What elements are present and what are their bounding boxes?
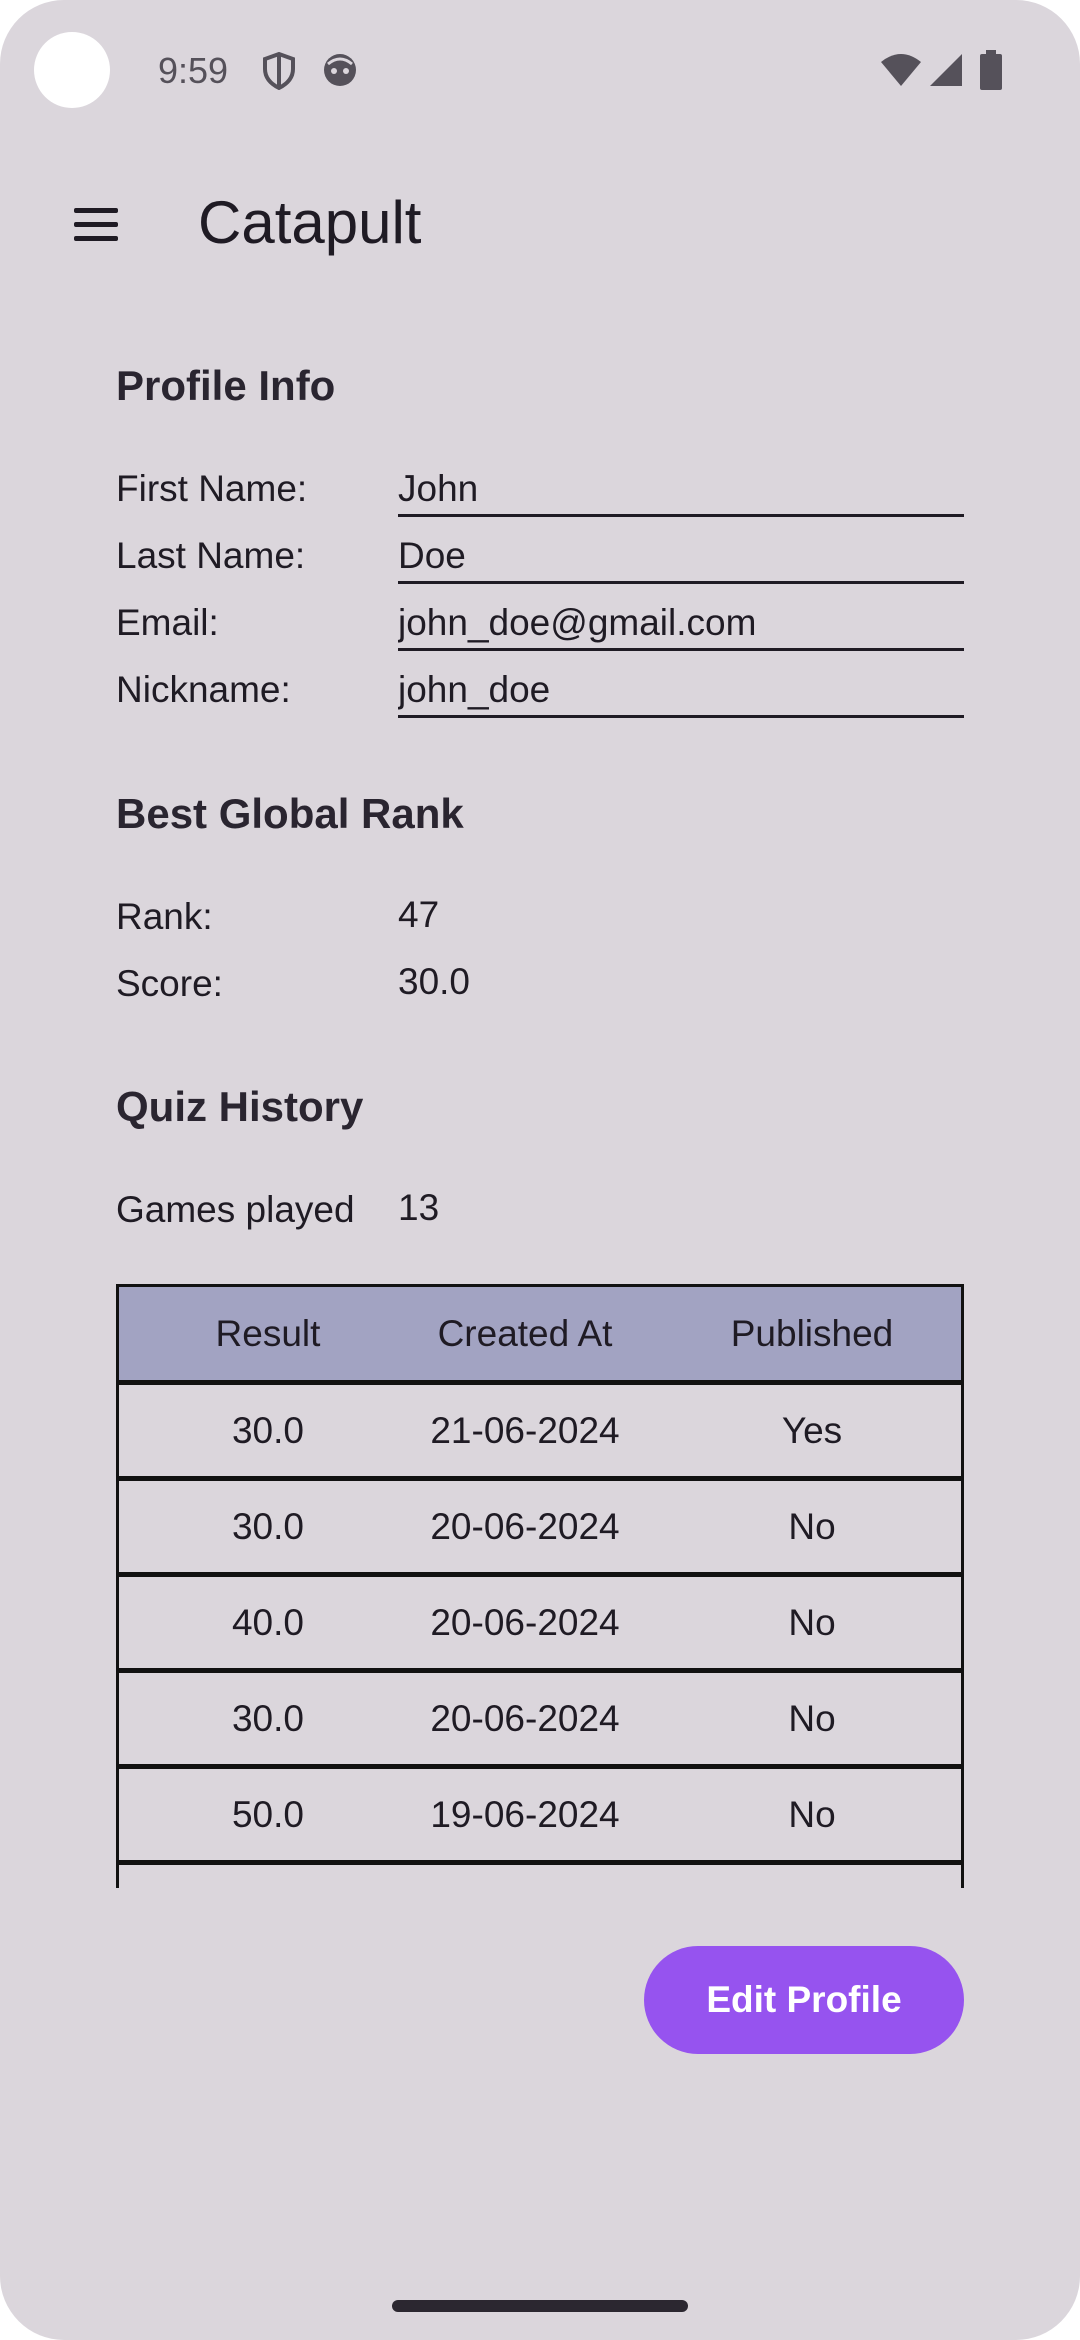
created-at-cell: 19-06-2024 [430, 1793, 620, 1835]
created-at-cell: 20-06-2024 [430, 1505, 620, 1547]
result-cell: 40.0 [231, 1601, 304, 1643]
edit-profile-button[interactable]: Edit Profile [644, 1946, 964, 2054]
column-header-published: Published [730, 1312, 894, 1354]
face-icon [324, 54, 356, 86]
email-field[interactable] [398, 588, 964, 651]
quiz-history-heading: Quiz History [116, 1083, 364, 1130]
status-bar: 9:59 [0, 0, 1080, 140]
table-header: Result Created At Published [119, 1287, 961, 1385]
table-row: 30.0 21-06-2024 Yes [119, 1385, 961, 1481]
first-name-label: First Name: [116, 468, 308, 509]
last-name-label: Last Name: [116, 535, 306, 576]
result-cell: 30.0 [231, 1505, 304, 1547]
profile-info-heading: Profile Info [116, 362, 336, 409]
last-name-field[interactable] [398, 521, 964, 584]
published-cell: No [788, 1697, 836, 1739]
column-header-created-at: Created At [437, 1312, 613, 1354]
result-cell: 50.0 [231, 1793, 304, 1835]
published-cell: Yes [781, 1409, 843, 1451]
score-value: 30.0 [398, 961, 471, 1002]
result-cell: 30.0 [231, 1409, 304, 1451]
published-cell: No [788, 1505, 836, 1547]
status-time: 9:59 [158, 50, 229, 91]
menu-icon[interactable] [68, 200, 124, 250]
first-name-input[interactable] [398, 468, 958, 510]
score-label: Score: [116, 963, 223, 1004]
email-label: Email: [116, 602, 219, 643]
table-row: 40.0 20-06-2024 No [119, 1577, 961, 1673]
quiz-history-table[interactable]: Result Created At Published 30.0 21-06-2… [116, 1284, 964, 1888]
nickname-field[interactable] [398, 655, 964, 718]
created-at-cell: 20-06-2024 [430, 1601, 620, 1643]
table-row: 50.0 19-06-2024 No [119, 1769, 961, 1865]
first-name-field[interactable] [398, 454, 964, 517]
games-played-value: 13 [398, 1187, 440, 1228]
shield-icon [263, 52, 295, 90]
column-header-result: Result [215, 1312, 321, 1354]
email-input[interactable] [398, 602, 958, 644]
wifi-icon [881, 54, 921, 86]
table-row: 30.0 20-06-2024 No [119, 1673, 961, 1769]
home-indicator[interactable] [392, 2300, 688, 2312]
camera-cutout [34, 32, 110, 108]
app-title: Catapult [198, 189, 422, 256]
rank-label: Rank: [116, 896, 213, 937]
created-at-cell: 21-06-2024 [430, 1409, 620, 1451]
nickname-label: Nickname: [116, 669, 291, 710]
result-cell: 30.0 [231, 1697, 304, 1739]
phone-screen: 9:59 Catapult Profile Info First Name: J… [0, 0, 1080, 2340]
published-cell: No [788, 1793, 836, 1835]
games-played-label: Games played [116, 1189, 355, 1230]
published-cell: No [788, 1601, 836, 1643]
signal-icon [930, 54, 962, 86]
table-row: 30.0 20-06-2024 No [119, 1481, 961, 1577]
created-at-cell: 20-06-2024 [430, 1697, 620, 1739]
last-name-input[interactable] [398, 535, 958, 577]
rank-value: 47 [398, 894, 440, 935]
nickname-input[interactable] [398, 669, 958, 711]
best-global-rank-heading: Best Global Rank [116, 790, 464, 837]
battery-icon [980, 50, 1002, 90]
